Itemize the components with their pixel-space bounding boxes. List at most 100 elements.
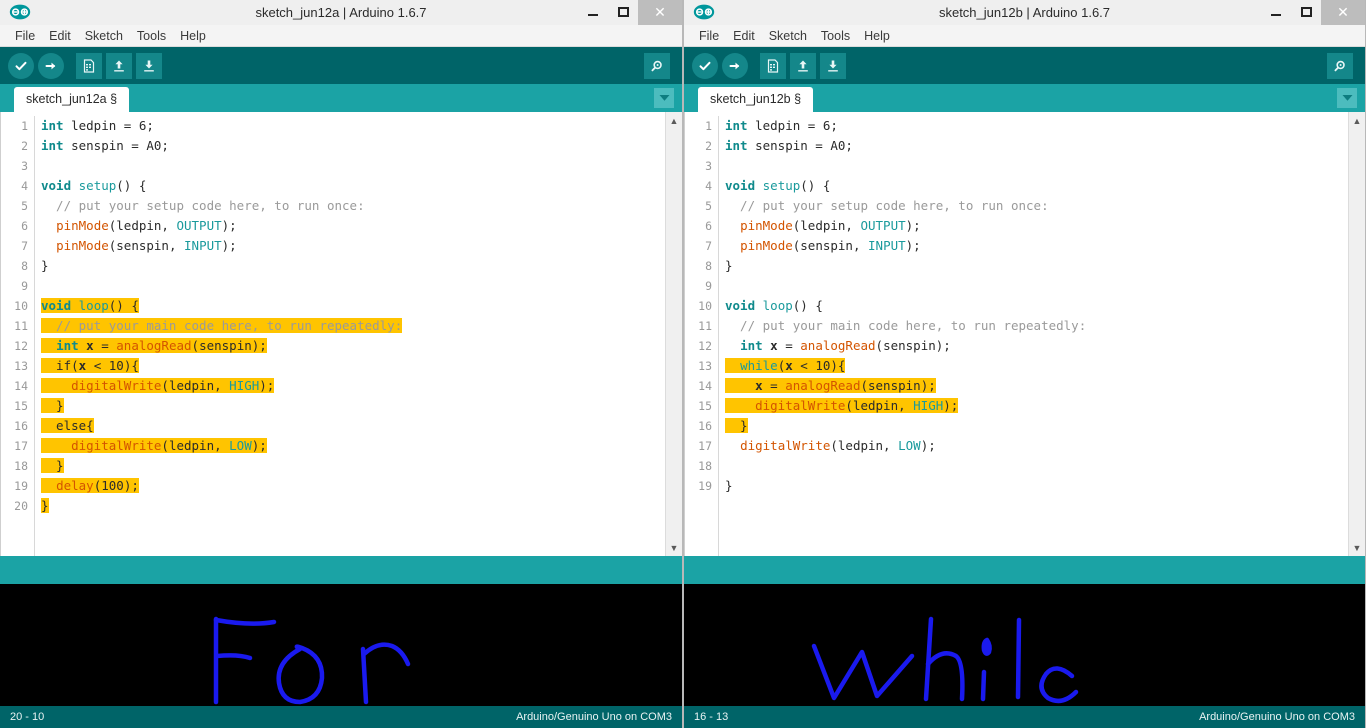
code-text[interactable]: int ledpin = 6; int senspin = A0; void se… — [35, 116, 665, 556]
code-line[interactable]: // put your setup code here, to run once… — [41, 196, 665, 216]
code-line[interactable] — [725, 276, 1348, 296]
titlebar[interactable]: sketch_jun12a | Arduino 1.6.7 ✕ — [0, 0, 682, 25]
code-token: (ledpin, — [161, 438, 230, 453]
close-button[interactable]: ✕ — [638, 0, 682, 25]
code-line[interactable]: void loop() { — [41, 296, 665, 316]
vertical-scrollbar[interactable]: ▲ ▼ — [1348, 112, 1365, 556]
titlebar[interactable]: sketch_jun12b | Arduino 1.6.7 ✕ — [684, 0, 1365, 25]
upload-button[interactable] — [722, 52, 748, 79]
code-line[interactable]: } — [41, 396, 665, 416]
verify-button[interactable] — [8, 52, 34, 79]
open-button[interactable] — [106, 52, 132, 79]
close-button[interactable]: ✕ — [1321, 0, 1365, 25]
code-line[interactable]: int senspin = A0; — [725, 136, 1348, 156]
menu-item-edit[interactable]: Edit — [42, 26, 78, 46]
code-line[interactable]: void loop() { — [725, 296, 1348, 316]
code-view[interactable]: 1 2 3 4 5 6 7 8 9 10 11 12 13 14 15 16 17 18 19 20 int ledp… — [1, 112, 665, 556]
code-line[interactable]: else{ — [41, 416, 665, 436]
save-button[interactable] — [136, 52, 162, 79]
editor-area[interactable]: 1 2 3 4 5 6 7 8 9 10 11 12 13 14 15 16 17 18 19 int ledpin… — [684, 112, 1365, 556]
code-line[interactable]: int x = analogRead(senspin); — [41, 336, 665, 356]
open-button[interactable] — [790, 52, 816, 79]
menu-item-tools[interactable]: Tools — [814, 26, 857, 46]
code-token: analogRead — [785, 378, 861, 393]
code-line[interactable]: int ledpin = 6; — [41, 116, 665, 136]
code-line[interactable]: if(x < 10){ — [41, 356, 665, 376]
code-line[interactable]: digitalWrite(ledpin, LOW); — [725, 436, 1348, 456]
code-line[interactable] — [725, 456, 1348, 476]
code-line[interactable]: } — [725, 476, 1348, 496]
verify-button[interactable] — [692, 52, 718, 79]
code-line[interactable]: delay(100); — [41, 476, 665, 496]
line-number: 7 — [21, 239, 28, 253]
code-line[interactable]: } — [41, 256, 665, 276]
code-line[interactable] — [725, 156, 1348, 176]
menu-item-sketch[interactable]: Sketch — [762, 26, 814, 46]
scroll-down-button[interactable]: ▼ — [666, 539, 683, 556]
code-line[interactable]: } — [725, 416, 1348, 436]
code-line[interactable]: while(x < 10){ — [725, 356, 1348, 376]
new-button[interactable] — [760, 52, 786, 79]
sketch-tab[interactable]: sketch_jun12b § — [698, 87, 814, 112]
code-line[interactable]: int senspin = A0; — [41, 136, 665, 156]
menu-item-file[interactable]: File — [692, 26, 726, 46]
code-line[interactable]: pinMode(ledpin, OUTPUT); — [725, 216, 1348, 236]
maximize-button[interactable] — [608, 0, 638, 25]
menu-item-tools[interactable]: Tools — [130, 26, 173, 46]
code-line[interactable]: digitalWrite(ledpin, HIGH); — [725, 396, 1348, 416]
code-line[interactable]: // put your main code here, to run repea… — [41, 316, 665, 336]
line-number: 13 — [698, 359, 712, 373]
serial-monitor-button[interactable] — [1327, 52, 1353, 79]
scroll-up-button[interactable]: ▲ — [666, 112, 683, 129]
code-line[interactable]: x = analogRead(senspin); — [725, 376, 1348, 396]
serial-monitor-button[interactable] — [644, 52, 670, 79]
code-line[interactable]: pinMode(senspin, INPUT); — [41, 236, 665, 256]
code-view[interactable]: 1 2 3 4 5 6 7 8 9 10 11 12 13 14 15 16 17 18 19 int ledpin… — [685, 112, 1348, 556]
code-text[interactable]: int ledpin = 6; int senspin = A0; void se… — [719, 116, 1348, 556]
code-line[interactable]: // put your setup code here, to run once… — [725, 196, 1348, 216]
line-number: 10 — [698, 299, 712, 313]
code-token: void — [725, 178, 756, 193]
menu-item-file[interactable]: File — [8, 26, 42, 46]
minimize-button[interactable] — [1261, 0, 1291, 25]
menu-item-sketch[interactable]: Sketch — [78, 26, 130, 46]
tab-dropdown-button[interactable] — [1337, 88, 1357, 108]
code-line[interactable]: int x = analogRead(senspin); — [725, 336, 1348, 356]
code-token: HIGH — [229, 378, 260, 393]
scroll-down-button[interactable]: ▼ — [1349, 539, 1366, 556]
save-button[interactable] — [820, 52, 846, 79]
code-line[interactable]: void setup() { — [41, 176, 665, 196]
line-number: 14 — [14, 379, 28, 393]
code-line[interactable]: digitalWrite(ledpin, LOW); — [41, 436, 665, 456]
upload-button[interactable] — [38, 52, 64, 79]
code-line[interactable]: pinMode(ledpin, OUTPUT); — [41, 216, 665, 236]
line-number: 9 — [705, 279, 712, 293]
code-line[interactable] — [41, 156, 665, 176]
tab-dropdown-button[interactable] — [654, 88, 674, 108]
new-button[interactable] — [76, 52, 102, 79]
code-line[interactable]: } — [725, 256, 1348, 276]
code-line[interactable]: int ledpin = 6; — [725, 116, 1348, 136]
menu-item-help[interactable]: Help — [173, 26, 213, 46]
scroll-up-button[interactable]: ▲ — [1349, 112, 1366, 129]
code-line[interactable] — [41, 276, 665, 296]
code-line[interactable]: void setup() { — [725, 176, 1348, 196]
vertical-scrollbar[interactable]: ▲ ▼ — [665, 112, 682, 556]
editor-area[interactable]: 1 2 3 4 5 6 7 8 9 10 11 12 13 14 15 16 17 18 19 20 int ledp… — [0, 112, 682, 556]
code-token: delay — [56, 478, 94, 493]
sketch-tab[interactable]: sketch_jun12a § — [14, 87, 130, 112]
maximize-button[interactable] — [1291, 0, 1321, 25]
arrow-down-icon — [144, 60, 154, 72]
code-line[interactable]: } — [41, 496, 665, 516]
line-number: 4 — [705, 179, 712, 193]
code-line[interactable]: pinMode(senspin, INPUT); — [725, 236, 1348, 256]
code-token: digitalWrite — [71, 378, 162, 393]
menu-item-help[interactable]: Help — [857, 26, 897, 46]
code-line[interactable]: // put your main code here, to run repea… — [725, 316, 1348, 336]
minimize-button[interactable] — [578, 0, 608, 25]
menu-item-edit[interactable]: Edit — [726, 26, 762, 46]
code-line[interactable]: digitalWrite(ledpin, HIGH); — [41, 376, 665, 396]
code-line[interactable]: } — [41, 456, 665, 476]
